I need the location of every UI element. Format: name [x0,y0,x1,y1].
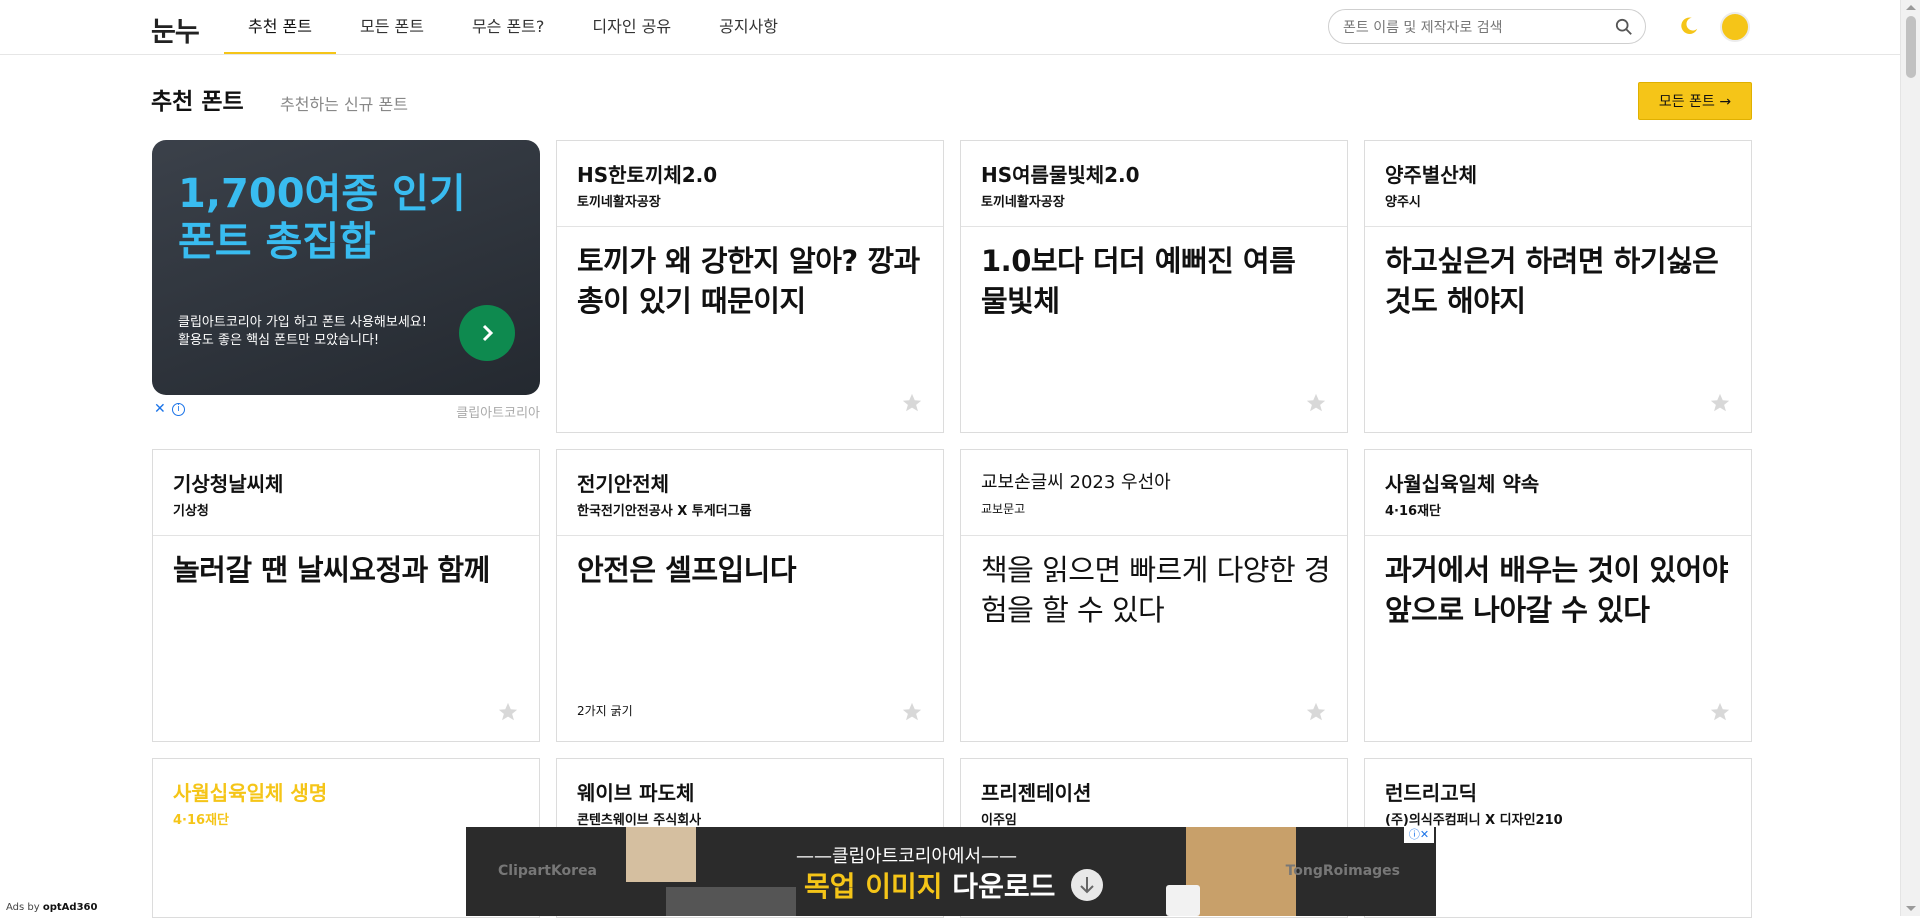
font-card[interactable]: 양주별산체 양주시 하고싶은거 하려면 하기싫은 것도 해야지 [1364,140,1752,433]
font-maker: (주)의식주컴퍼니 X 디자인210 [1385,813,1563,828]
star-icon[interactable] [1709,701,1731,723]
ad-cup-image [1166,885,1200,916]
nav-what-font[interactable]: 무슨 폰트? [448,0,568,54]
nav-notice[interactable]: 공지사항 [695,0,802,54]
font-name: 기상청날씨체 [173,472,284,496]
ad-source: 클립아트코리아 [456,406,540,421]
font-name: 사월십육일체 생명 [173,781,328,805]
font-sample: 과거에서 배우는 것이 있어야 앞으로 나아갈 수 있다 [1385,553,1728,627]
bottom-ad-banner[interactable]: ClipartKorea TongRoimages ——클립아트코리아에서—— … [466,827,1436,916]
search-box [1328,9,1646,45]
font-name: 사월십육일체 약속 [1385,472,1540,496]
search-icon[interactable] [1615,18,1633,36]
font-sample: 놀러갈 땐 날씨요정과 함께 [173,553,490,587]
font-maker: 한국전기안전공사 X 투게더그룹 [577,504,752,519]
font-card[interactable]: 전기안전체 한국전기안전공사 X 투게더그룹 안전은 셀프입니다 2가지 굵기 [556,449,944,742]
font-sample: 안전은 셀프입니다 [577,553,797,587]
font-card[interactable]: HS한토끼체2.0 토끼네활자공장 토끼가 왜 강한지 알아? 깡과 총이 있기… [556,140,944,433]
ad-info-icon[interactable]: i [172,403,185,416]
section-title: 추천 폰트 [151,89,244,115]
ad-left-brand: ClipartKorea [498,863,598,879]
font-name: HS여름물빛체2.0 [981,163,1140,187]
font-sample: 토끼가 왜 강한지 알아? 깡과 총이 있기 때문이지 [577,244,920,318]
font-maker: 양주시 [1385,195,1421,210]
ad-banner-card[interactable]: 1,700여종 인기 폰트 총집합 클립아트코리아 가입 하고 폰트 사용해보세… [152,140,540,395]
ad-bag-image [1186,827,1296,916]
font-name: 런드리고딕 [1385,781,1477,805]
font-card[interactable]: 사월십육일체 약속 4·16재단 과거에서 배우는 것이 있어야 앞으로 나아갈… [1364,449,1752,742]
font-maker: 콘텐츠웨이브 주식회사 [577,813,702,828]
page-scrollbar[interactable] [1900,0,1920,916]
font-sample: 책을 읽으면 빠르게 다양한 경험을 할 수 있다 [981,553,1331,627]
font-name: 교보손글씨 2023 우선아 [981,472,1171,493]
font-name: 전기안전체 [577,472,669,496]
nav-design-share[interactable]: 디자인 공유 [568,0,695,54]
ad-headline: 1,700여종 인기 폰트 총집합 [178,171,466,265]
font-name: HS한토끼체2.0 [577,163,718,187]
font-name: 프리젠테이션 [981,781,1092,805]
ad-paper-image [626,827,696,882]
font-card[interactable]: 교보손글씨 2023 우선아 교보문고 책을 읽으면 빠르게 다양한 경험을 할… [960,449,1348,742]
font-maker: 토끼네활자공장 [981,195,1065,210]
site-logo[interactable]: 눈누 [151,10,200,49]
font-card[interactable]: 기상청날씨체 기상청 놀러갈 땐 날씨요정과 함께 [152,449,540,742]
star-icon[interactable] [901,392,923,414]
star-icon[interactable] [1709,392,1731,414]
font-maker: 교보문고 [981,502,1026,516]
font-maker: 이주임 [981,813,1017,828]
ad-arrow-button[interactable] [459,305,515,361]
ads-by-label[interactable]: Ads by optAd360 [6,902,97,913]
star-icon[interactable] [1305,392,1327,414]
section-subtitle: 추천하는 신규 폰트 [280,95,408,114]
ad-meta: ✕ i 클립아트코리아 [152,401,540,421]
font-maker: 토끼네활자공장 [577,195,661,210]
nav-all-fonts[interactable]: 모든 폰트 [336,0,448,54]
ad-description: 클립아트코리아 가입 하고 폰트 사용해보세요! 활용도 좋은 핵심 폰트만 모… [178,315,427,348]
font-maker: 4·16재단 [173,813,229,828]
ad-close-icon[interactable]: ✕ [154,401,166,417]
user-avatar[interactable] [1720,12,1750,42]
chevron-right-icon [482,324,494,342]
font-name: 양주별산체 [1385,163,1477,187]
font-sample: 1.0보다 더더 예뻐진 여름 물빛체 [981,244,1296,318]
star-icon[interactable] [901,701,923,723]
nav-recommended[interactable]: 추천 폰트 [224,0,336,54]
top-navbar: 눈누 추천 폰트 모든 폰트 무슨 폰트? 디자인 공유 공지사항 [0,0,1900,55]
scrollbar-thumb[interactable] [1906,16,1916,78]
font-sample: 하고싶은거 하려면 하기싫은 것도 해야지 [1385,244,1719,318]
font-card[interactable]: HS여름물빛체2.0 토끼네활자공장 1.0보다 더더 예뻐진 여름 물빛체 [960,140,1348,433]
ad-right-brand: TongRoimages [1285,863,1400,879]
star-icon[interactable] [1305,701,1327,723]
font-maker: 기상청 [173,504,209,519]
main-nav: 추천 폰트 모든 폰트 무슨 폰트? 디자인 공유 공지사항 [224,0,802,54]
ad-line2: 목업 이미지 다운로드 [804,870,1056,903]
ad-choices-icon[interactable]: ⓘ✕ [1404,827,1434,843]
font-maker: 4·16재단 [1385,504,1441,519]
download-icon[interactable] [1071,869,1103,901]
search-input[interactable] [1341,10,1605,45]
dark-mode-moon-icon[interactable] [1678,15,1700,37]
ad-laptop-image [666,887,796,916]
font-name: 웨이브 파도체 [577,781,695,805]
all-fonts-button[interactable]: 모든 폰트 → [1638,82,1752,120]
font-weights: 2가지 굵기 [577,704,633,718]
star-icon[interactable] [497,701,519,723]
